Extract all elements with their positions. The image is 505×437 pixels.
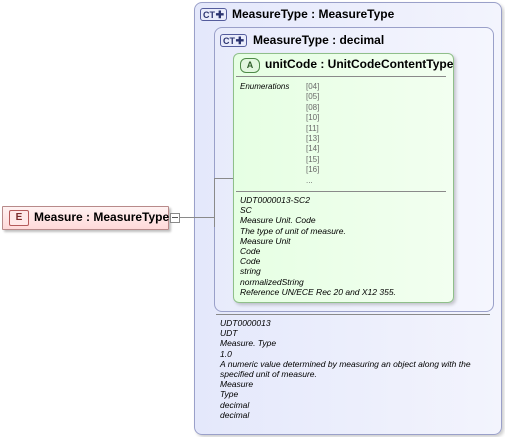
enumeration-value: [16] — [306, 165, 320, 175]
enumeration-value: [05] — [306, 92, 320, 102]
complex-type-icon: CT ✚ — [200, 8, 227, 21]
enumerations-label: Enumerations — [240, 82, 290, 91]
outer-type-title: MeasureType : MeasureType — [232, 7, 395, 21]
connector-line — [214, 178, 233, 179]
enumeration-value: ... — [306, 175, 313, 185]
enumeration-value: [10] — [306, 113, 320, 123]
enumerations-list: [04] [05] [08] [10] [11] [13] [14] [15] … — [306, 82, 319, 186]
attribute-title: unitCode : UnitCodeContentType — [265, 57, 454, 71]
enumeration-value: [13] — [306, 134, 320, 144]
divider — [216, 314, 490, 315]
element-measure[interactable]: E Measure : MeasureType — [2, 206, 169, 230]
enumeration-value: [11] — [306, 123, 319, 133]
doc-line: normalizedString — [240, 276, 304, 287]
doc-line: Reference UN/ECE Rec 20 and X12 355. — [240, 286, 396, 297]
element-title: Measure : MeasureType — [34, 210, 170, 224]
enumeration-value: [14] — [306, 144, 320, 154]
enumeration-value: [08] — [306, 102, 320, 112]
type-documentation: UDT0000013 UDT Measure. Type 1.0 A numer… — [220, 318, 492, 420]
connector-line — [179, 217, 214, 218]
doc-line: string — [240, 266, 261, 277]
collapse-button[interactable] — [170, 213, 180, 223]
doc-line: UDT0000013-SC2 — [240, 195, 310, 205]
attribute-documentation: UDT0000013-SC2 SC Measure Unit. Code The… — [240, 195, 396, 297]
doc-line: Measure — [220, 379, 254, 390]
doc-line: A numeric value determined by measuring … — [220, 358, 471, 380]
divider — [236, 76, 446, 77]
doc-line: Measure Unit — [240, 235, 291, 246]
doc-line: Measure. Type — [220, 338, 277, 349]
complex-type-icon: CT ✚ — [220, 34, 247, 47]
doc-line: Code — [240, 246, 261, 257]
enumeration-value: [04] — [306, 82, 320, 91]
doc-line: decimal — [220, 399, 250, 410]
inner-type-title: MeasureType : decimal — [253, 33, 385, 47]
doc-line: SC — [240, 205, 252, 216]
doc-line: The type of unit of measure. — [240, 225, 346, 236]
doc-line: UDT0000013 — [220, 318, 271, 328]
attribute-icon: A — [240, 58, 260, 73]
element-icon: E — [9, 210, 29, 226]
doc-line: UDT — [220, 328, 238, 339]
doc-line: Code — [240, 256, 261, 267]
divider — [236, 191, 446, 192]
doc-line: Type — [220, 389, 239, 400]
doc-line: decimal — [220, 409, 250, 420]
connector-line — [214, 178, 215, 227]
enumeration-value: [15] — [306, 154, 320, 164]
doc-line: 1.0 — [220, 348, 232, 359]
doc-line: Measure Unit. Code — [240, 215, 316, 226]
